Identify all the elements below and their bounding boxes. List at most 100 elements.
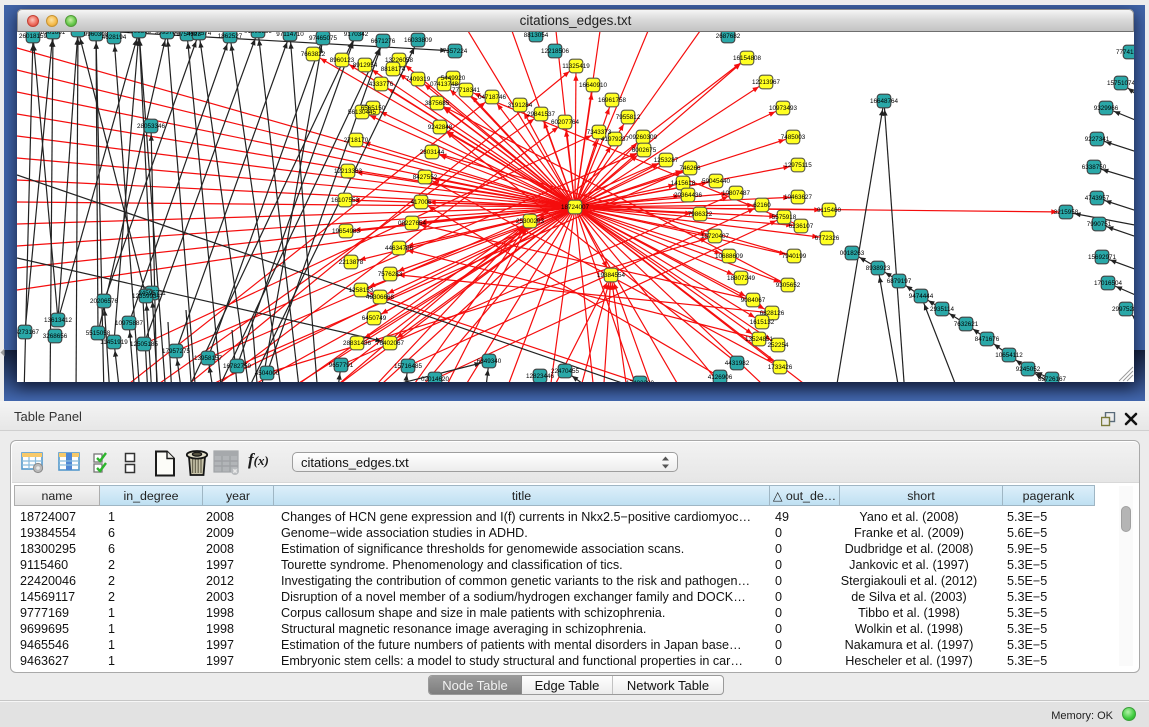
svg-text:7485003: 7485003	[781, 134, 806, 141]
svg-text:15692971: 15692971	[1088, 254, 1117, 261]
svg-text:6338750: 6338750	[1082, 164, 1107, 171]
svg-text:9084067: 9084067	[741, 297, 766, 304]
svg-text:3875685: 3875685	[425, 100, 450, 107]
svg-text:3268656: 3268656	[43, 333, 68, 340]
svg-text:59045440: 59045440	[702, 178, 731, 185]
svg-text:19384554: 19384554	[597, 272, 626, 279]
svg-text:62160: 62160	[753, 202, 771, 209]
svg-text:1258153: 1258153	[349, 287, 374, 294]
svg-text:0018263: 0018263	[840, 250, 865, 257]
svg-text:12823446: 12823446	[526, 373, 555, 380]
svg-text:25300293: 25300293	[516, 218, 545, 225]
svg-text:16640910: 16640910	[579, 82, 608, 89]
svg-text:4126906: 4126906	[708, 374, 733, 381]
svg-text:6450749: 6450749	[362, 315, 387, 322]
svg-text:56130445: 56130445	[348, 109, 377, 116]
svg-text:44634786: 44634786	[385, 245, 414, 252]
svg-text:11325419: 11325419	[562, 63, 590, 70]
svg-text:16154808: 16154808	[733, 55, 762, 62]
svg-text:29841537: 29841537	[527, 111, 556, 118]
svg-text:9245052: 9245052	[1016, 366, 1041, 373]
svg-text:8427552: 8427552	[413, 174, 438, 181]
svg-text:12213967: 12213967	[752, 79, 781, 86]
svg-text:4431982: 4431982	[725, 360, 750, 367]
svg-text:4333776: 4333776	[369, 81, 394, 88]
svg-text:20206576: 20206576	[90, 298, 119, 305]
svg-text:20364436: 20364436	[674, 192, 703, 199]
svg-text:9657791: 9657791	[329, 362, 354, 369]
svg-text:2718170: 2718170	[344, 137, 369, 144]
svg-text:19654983: 19654983	[332, 228, 361, 235]
svg-text:77741215: 77741215	[1116, 49, 1134, 56]
svg-text:6671276: 6671276	[371, 38, 396, 45]
svg-text:7357224: 7357224	[443, 48, 468, 55]
svg-text:15751074: 15751074	[1107, 80, 1134, 87]
svg-text:13958157: 13958157	[194, 355, 223, 362]
svg-text:10688609: 10688609	[715, 253, 744, 260]
svg-text:5515058: 5515058	[86, 330, 111, 337]
svg-text:22470455: 22470455	[551, 368, 580, 375]
svg-text:12975115: 12975115	[784, 162, 812, 169]
svg-text:9487574: 9487574	[187, 32, 212, 37]
svg-text:9305652: 9305652	[776, 282, 801, 289]
svg-text:60207764: 60207764	[551, 119, 580, 126]
svg-text:8813054: 8813054	[524, 32, 549, 39]
svg-text:01895559: 01895559	[244, 32, 273, 35]
svg-text:2213878: 2213878	[339, 259, 364, 266]
svg-text:10463627: 10463627	[784, 194, 813, 201]
svg-text:9242848: 9242848	[428, 124, 453, 131]
svg-text:02014620: 02014620	[421, 376, 450, 382]
svg-text:3215958: 3215958	[1054, 209, 1079, 216]
svg-text:6879197: 6879197	[887, 278, 912, 285]
svg-text:11451919: 11451919	[100, 339, 128, 346]
svg-text:4628194: 4628194	[102, 34, 127, 41]
svg-text:17957275: 17957275	[162, 348, 191, 355]
svg-text:16648764: 16648764	[870, 98, 899, 105]
svg-text:5575918: 5575918	[772, 214, 797, 221]
svg-text:28053346: 28053346	[137, 123, 166, 130]
svg-text:04718746: 04718746	[478, 94, 507, 101]
svg-text:746266: 746266	[679, 165, 701, 172]
svg-text:7986322: 7986322	[688, 211, 713, 218]
svg-text:6849340: 6849340	[477, 358, 502, 365]
svg-text:24273167: 24273167	[17, 329, 39, 336]
svg-text:1253287: 1253287	[654, 157, 679, 164]
svg-text:1615132: 1615132	[750, 319, 775, 326]
svg-text:7663822: 7663822	[301, 51, 326, 58]
svg-text:9474444: 9474444	[909, 293, 934, 300]
svg-text:83726167: 83726167	[1038, 376, 1067, 382]
svg-text:49306668: 49306668	[366, 294, 395, 301]
svg-text:2687682: 2687682	[716, 33, 741, 40]
svg-text:9329966: 9329966	[1094, 105, 1119, 112]
svg-text:16782759: 16782759	[223, 363, 252, 370]
svg-text:6772326: 6772326	[815, 235, 840, 242]
svg-text:7576283: 7576283	[378, 271, 403, 278]
svg-text:15720407: 15720407	[701, 233, 730, 240]
svg-text:97465075: 97465075	[309, 35, 338, 42]
svg-text:10654112: 10654112	[995, 352, 1023, 359]
svg-text:15716485: 15716485	[394, 363, 423, 370]
svg-text:1993518: 1993518	[127, 32, 152, 35]
svg-text:8912954: 8912954	[353, 62, 378, 69]
svg-text:8960123: 8960123	[330, 57, 355, 64]
svg-text:16107553: 16107553	[331, 197, 360, 204]
svg-text:18724007: 18724007	[561, 204, 590, 211]
svg-text:252254: 252254	[767, 342, 789, 349]
svg-text:7990751: 7990751	[1087, 221, 1112, 228]
svg-text:18807249: 18807249	[727, 275, 756, 282]
svg-text:10807487: 10807487	[722, 190, 751, 197]
svg-text:16961758: 16961758	[598, 97, 627, 104]
svg-text:09260309: 09260309	[629, 134, 658, 141]
svg-text:9227341: 9227341	[1085, 136, 1110, 143]
svg-text:10975887: 10975887	[115, 320, 144, 327]
svg-text:4504000: 4504000	[255, 370, 280, 377]
svg-text:41979237: 41979237	[601, 136, 630, 143]
svg-text:7940199: 7940199	[782, 253, 807, 260]
svg-text:9170342: 9170342	[344, 32, 369, 38]
svg-text:1415618: 1415618	[671, 180, 696, 187]
svg-text:10973493: 10973493	[769, 105, 798, 112]
svg-text:7955812: 7955812	[616, 114, 641, 121]
svg-text:12213383: 12213383	[334, 168, 363, 175]
svg-text:8471676: 8471676	[975, 336, 1000, 343]
svg-text:3191284: 3191284	[508, 102, 533, 109]
